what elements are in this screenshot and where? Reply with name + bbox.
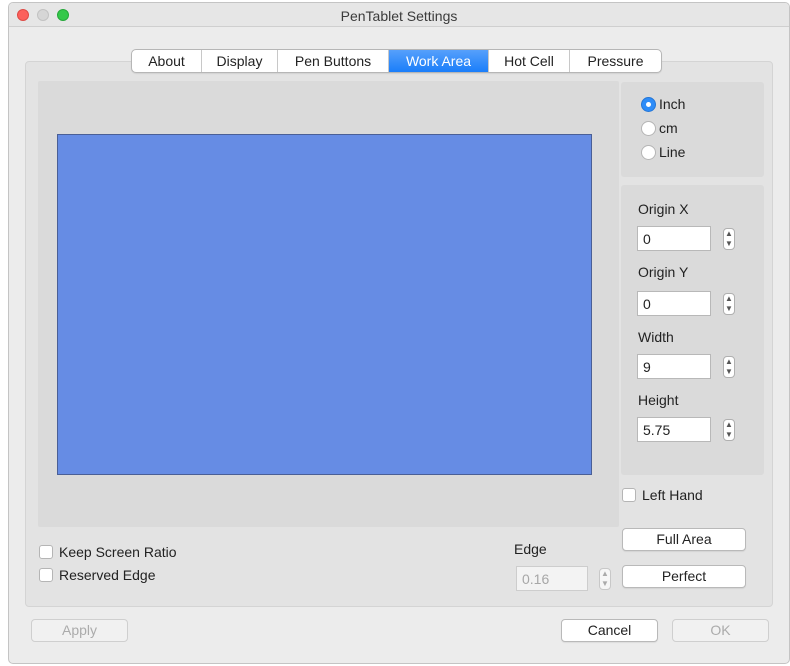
unit-label-inch: Inch: [659, 96, 686, 112]
title-bar: PenTablet Settings: [9, 3, 789, 27]
unit-label-cm: cm: [659, 120, 678, 136]
left-hand-checkbox[interactable]: [622, 488, 636, 502]
reserved-edge-label: Reserved Edge: [59, 567, 156, 583]
settings-window: PenTablet Settings About Display Pen But…: [8, 2, 790, 664]
keep-screen-ratio-label: Keep Screen Ratio: [59, 544, 177, 560]
height-field[interactable]: [637, 417, 711, 442]
unit-label-line: Line: [659, 144, 686, 160]
unit-option-inch[interactable]: Inch: [641, 94, 685, 114]
tablet-mapping-area[interactable]: [57, 134, 592, 475]
left-hand-option[interactable]: Left Hand: [622, 486, 703, 504]
origin-x-stepper[interactable]: ▲ ▼: [723, 228, 735, 250]
tab-bar: About Display Pen Buttons Work Area Hot …: [131, 49, 662, 73]
origin-y-label: Origin Y: [638, 264, 689, 280]
origin-x-label: Origin X: [638, 201, 689, 217]
ok-button[interactable]: OK: [672, 619, 769, 642]
work-area-preview: [38, 81, 619, 527]
radio-cm[interactable]: [641, 120, 656, 136]
height-stepper[interactable]: ▲ ▼: [723, 419, 735, 441]
origin-y-field[interactable]: [637, 291, 711, 316]
tab-work-area[interactable]: Work Area: [389, 50, 489, 72]
tab-pressure[interactable]: Pressure: [570, 50, 661, 72]
dimension-fields-panel: Origin X ▲▼ Origin Y ▲▼ Width ▲▼ Height …: [621, 185, 764, 475]
tab-pen-buttons[interactable]: Pen Buttons: [278, 50, 389, 72]
unit-option-line[interactable]: Line: [641, 142, 685, 162]
edge-stepper: ▲ ▼: [599, 568, 611, 590]
perfect-button[interactable]: Perfect: [622, 565, 746, 588]
keep-screen-ratio-checkbox[interactable]: [39, 545, 53, 559]
unit-option-cm[interactable]: cm: [641, 118, 678, 138]
reserved-edge-checkbox[interactable]: [39, 568, 53, 582]
apply-button[interactable]: Apply: [31, 619, 128, 642]
radio-line[interactable]: [641, 144, 656, 160]
left-hand-label: Left Hand: [642, 487, 703, 503]
reserved-edge-option[interactable]: Reserved Edge: [39, 566, 156, 584]
tab-about[interactable]: About: [132, 50, 202, 72]
width-stepper[interactable]: ▲ ▼: [723, 356, 735, 378]
width-field[interactable]: [637, 354, 711, 379]
radio-inch[interactable]: [641, 96, 656, 112]
tab-hot-cell[interactable]: Hot Cell: [489, 50, 570, 72]
cancel-button[interactable]: Cancel: [561, 619, 658, 642]
full-area-button[interactable]: Full Area: [622, 528, 746, 551]
origin-y-stepper[interactable]: ▲ ▼: [723, 293, 735, 315]
width-label: Width: [638, 329, 674, 345]
unit-selector: Inch cm Line: [621, 82, 764, 177]
keep-screen-ratio-option[interactable]: Keep Screen Ratio: [39, 543, 177, 561]
height-label: Height: [638, 392, 679, 408]
edge-field: [516, 566, 588, 591]
window-title: PenTablet Settings: [340, 8, 458, 24]
origin-x-field[interactable]: [637, 226, 711, 251]
edge-label: Edge: [514, 541, 547, 557]
tab-display[interactable]: Display: [202, 50, 278, 72]
